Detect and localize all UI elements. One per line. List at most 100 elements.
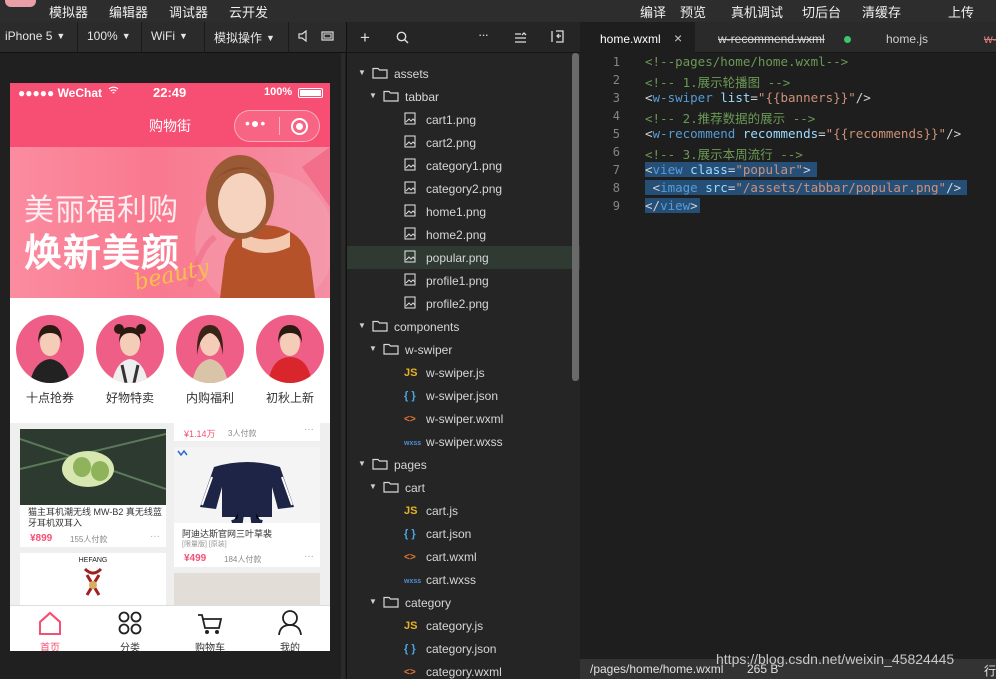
tree-folder[interactable]: ▼ assets: [347, 62, 581, 85]
chevron-down-icon[interactable]: ▼: [358, 459, 366, 468]
recommend-item[interactable]: 初秋上新: [256, 315, 324, 406]
tree-file[interactable]: { } w-swiper.json: [347, 384, 581, 407]
explorer-toolbar: + ···: [347, 22, 581, 53]
upload-button[interactable]: 上传: [948, 2, 974, 21]
chevron-down-icon[interactable]: ▼: [369, 482, 377, 491]
menu-simulator[interactable]: 模拟器: [49, 2, 88, 21]
tree-folder[interactable]: ▼ cart: [347, 476, 581, 499]
tab-home[interactable]: 首页: [10, 606, 90, 651]
tree-folder[interactable]: ▼ tabbar: [347, 85, 581, 108]
tree-file[interactable]: <> category.wxml: [347, 660, 581, 679]
network-select[interactable]: WiFi ▼: [151, 29, 188, 43]
tree-folder[interactable]: ▼ w-swiper: [347, 338, 581, 361]
menu-debugger[interactable]: 调试器: [169, 2, 208, 21]
split-icon[interactable]: [550, 30, 565, 48]
goods-card[interactable]: 阿迪达斯官网三叶草裴 [限量版] [原装] ¥499 184人付款 ···: [174, 447, 320, 567]
preview-button[interactable]: 预览: [680, 2, 706, 21]
goods-card[interactable]: 猫主耳机潮无线 MW-B2 真无线蓝牙耳机双耳入 ¥899 155人付款 ···: [20, 429, 166, 547]
line-number: 3: [612, 91, 620, 105]
compile-button[interactable]: 编译: [640, 2, 666, 21]
clear-cache-button[interactable]: 清缓存: [862, 2, 901, 21]
tree-file[interactable]: { } cart.json: [347, 522, 581, 545]
tree-file[interactable]: JS w-swiper.js: [347, 361, 581, 384]
code-token: recommends: [742, 126, 819, 141]
tree-file[interactable]: JS category.js: [347, 614, 581, 637]
tree-file[interactable]: category2.png: [347, 177, 581, 200]
volume-icon[interactable]: [298, 29, 308, 45]
tree-file[interactable]: wxss w-swiper.wxss: [347, 430, 581, 453]
chevron-down-icon[interactable]: ▼: [369, 344, 377, 353]
goods-card[interactable]: ¥1.14万 3人付款 ···: [174, 423, 320, 441]
tree-file[interactable]: popular.png: [347, 246, 581, 269]
real-device-debug-button[interactable]: 真机调试: [731, 2, 783, 21]
more-icon[interactable]: ···: [478, 27, 489, 42]
code-line[interactable]: 2 <!-- 1.展示轮播图 -->: [580, 71, 996, 90]
code-token: =: [818, 126, 826, 141]
tab-label: home.wxml: [600, 32, 661, 46]
more-dots-icon[interactable]: •●•: [245, 115, 266, 131]
background-button[interactable]: 切后台: [802, 2, 841, 21]
chevron-down-icon[interactable]: ▼: [358, 68, 366, 77]
simulator-scrollbar[interactable]: [341, 53, 345, 679]
explorer-scrollbar[interactable]: [572, 53, 579, 381]
wxml-file-icon: <>: [404, 552, 416, 563]
close-miniprogram-icon[interactable]: [291, 118, 308, 135]
tree-file[interactable]: profile2.png: [347, 292, 581, 315]
tab-profile[interactable]: 我的: [250, 606, 330, 651]
code-line[interactable]: 9 </view>: [580, 197, 996, 215]
tree-folder[interactable]: ▼ category: [347, 591, 581, 614]
tree-file[interactable]: cart2.png: [347, 131, 581, 154]
tree-file[interactable]: <> cart.wxml: [347, 545, 581, 568]
tree-file[interactable]: JS cart.js: [347, 499, 581, 522]
js-file-icon: JS: [404, 505, 418, 517]
tab-w-re[interactable]: w-re: [958, 22, 996, 53]
code-token: <!--pages/home/home.wxml-->: [645, 54, 849, 69]
zoom-select[interactable]: 100% ▼: [87, 29, 131, 43]
search-icon[interactable]: [396, 31, 409, 49]
code-line[interactable]: 1 <!--pages/home/home.wxml-->: [580, 53, 996, 71]
chevron-down-icon[interactable]: ▼: [358, 321, 366, 330]
device-select[interactable]: iPhone 5 ▼: [5, 29, 65, 43]
line-number: 6: [612, 145, 620, 159]
tab-home-wxml[interactable]: home.wxml ×: [580, 22, 695, 53]
capsule-menu[interactable]: •●•: [234, 110, 320, 142]
window-icon[interactable]: [321, 30, 335, 45]
code-line[interactable]: 4 <!-- 2.推荐数据的展示 -->: [580, 107, 996, 126]
tree-file[interactable]: { } category.json: [347, 637, 581, 660]
sim-ops-select[interactable]: 模拟操作 ▼: [214, 29, 275, 46]
tab-w-recommend-wxml[interactable]: w-recommend.wxml: [696, 22, 856, 53]
chevron-down-icon[interactable]: ▼: [369, 597, 377, 606]
recommend-item[interactable]: 内购福利: [176, 315, 244, 406]
swiper-banner[interactable]: 美丽福利购 焕新美颜 beauty: [10, 147, 330, 298]
tree-file[interactable]: profile1.png: [347, 269, 581, 292]
code-line[interactable]: 5 <w-recommend recommends="{{recommends}}…: [580, 125, 996, 143]
code-line[interactable]: 8 <image src="/assets/tabbar/popular.png…: [580, 179, 996, 197]
menu-cloud[interactable]: 云开发: [229, 2, 268, 21]
tree-folder[interactable]: ▼ pages: [347, 453, 581, 476]
collapse-icon[interactable]: [514, 31, 527, 49]
image-file-icon: [404, 112, 416, 128]
tree-file[interactable]: <> w-swiper.wxml: [347, 407, 581, 430]
code-line[interactable]: 7 <view class="popular">: [580, 161, 996, 179]
menu-editor[interactable]: 编辑器: [109, 2, 148, 21]
chevron-down-icon[interactable]: ▼: [369, 91, 377, 100]
close-icon[interactable]: ×: [674, 30, 682, 46]
tree-file[interactable]: home2.png: [347, 223, 581, 246]
tab-cart[interactable]: 购物车: [170, 606, 250, 651]
tree-file[interactable]: category1.png: [347, 154, 581, 177]
tab-category[interactable]: 分类: [90, 606, 170, 651]
goods-card[interactable]: HEFANG: [20, 553, 166, 605]
goods-card[interactable]: [174, 573, 320, 605]
tree-file[interactable]: wxss cart.wxss: [347, 568, 581, 591]
tree-file[interactable]: cart1.png: [347, 108, 581, 131]
tab-home-js[interactable]: home.js: [857, 22, 957, 53]
js-file-icon: JS: [404, 367, 418, 379]
recommend-item[interactable]: 好物特卖: [96, 315, 164, 406]
code-line[interactable]: 3 <w-swiper list="{{banners}}"/>: [580, 89, 996, 107]
recommend-item[interactable]: 十点抢券: [16, 315, 84, 406]
goods-image: [174, 447, 320, 526]
tree-folder[interactable]: ▼ components: [347, 315, 581, 338]
code-line[interactable]: 6 <!-- 3.展示本周流行 -->: [580, 143, 996, 162]
tree-file[interactable]: home1.png: [347, 200, 581, 223]
add-file-icon[interactable]: +: [360, 28, 370, 48]
